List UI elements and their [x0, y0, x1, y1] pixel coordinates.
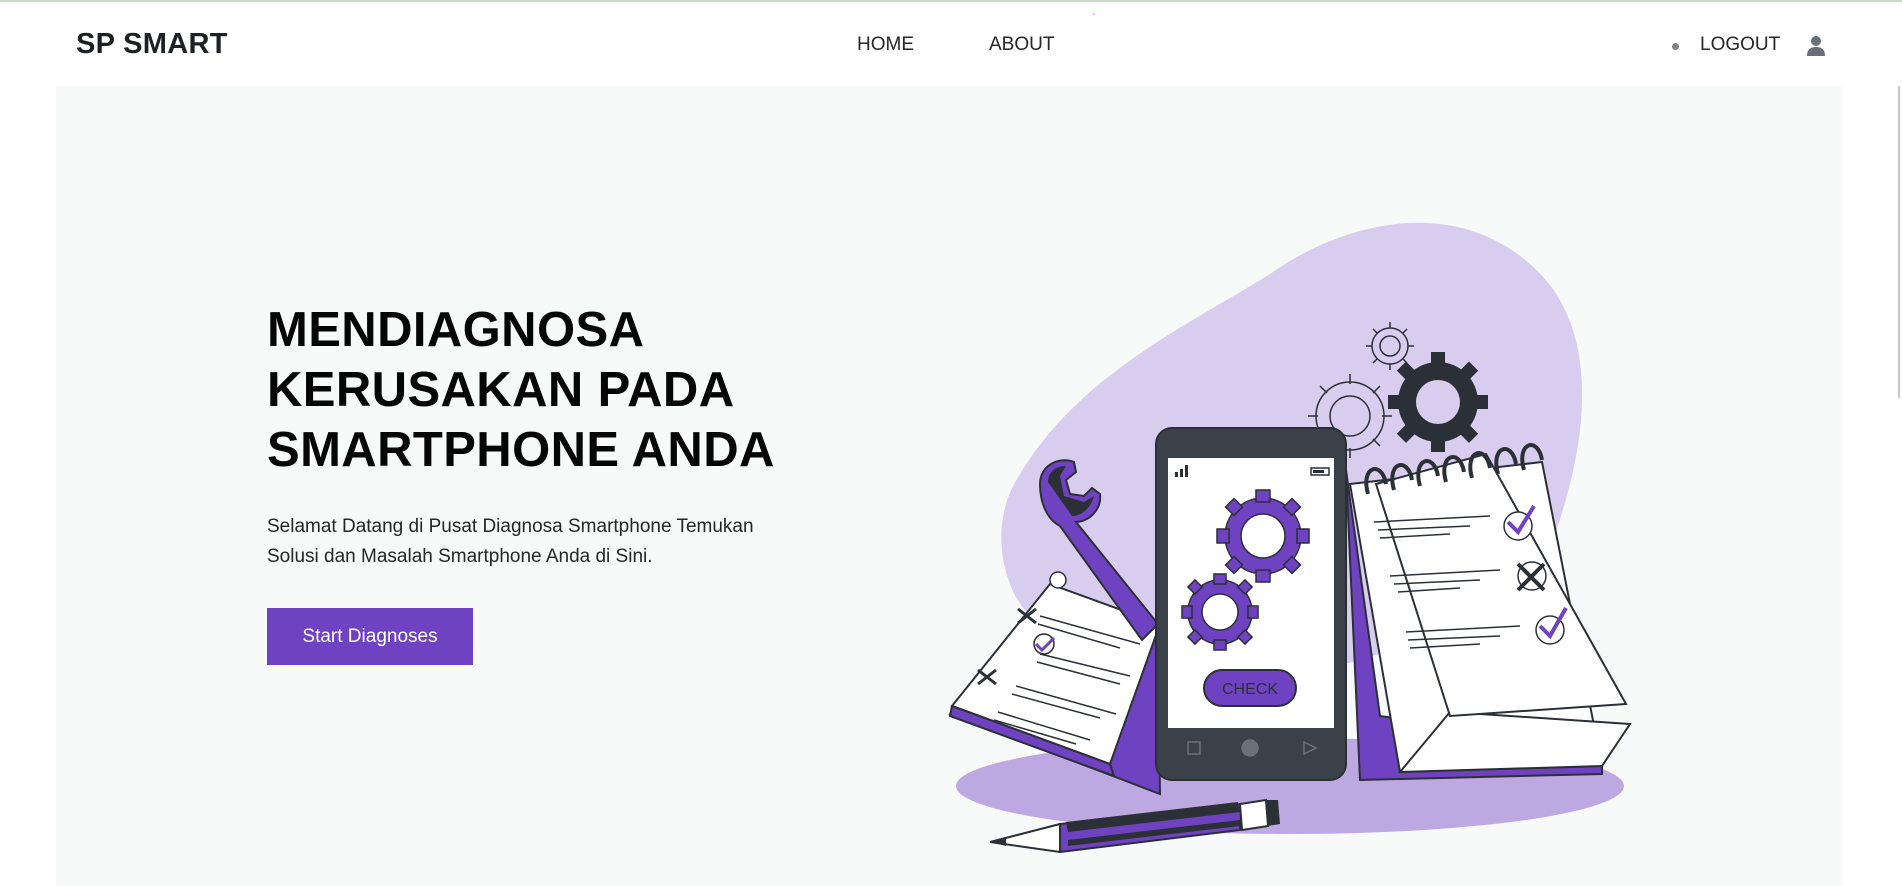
dot-icon	[1672, 43, 1679, 50]
navbar: SP SMART HOME ABOUT ` LOGOUT	[0, 2, 1902, 86]
phone-gear-large	[1216, 489, 1310, 583]
hero-title-line: SMARTPHONE ANDA	[267, 423, 775, 477]
nav-home-link[interactable]: HOME	[857, 34, 914, 56]
hero-subtitle: Selamat Datang di Pusat Diagnosa Smartph…	[267, 512, 807, 572]
nav-about-link[interactable]: ABOUT	[989, 34, 1054, 56]
hero-section: MENDIAGNOSA KERUSAKAN PADA SMARTPHONE AN…	[56, 86, 1842, 886]
phone-gear-small	[1181, 573, 1259, 651]
check-button[interactable]: CHECK	[1203, 669, 1297, 707]
scrollbar-edge[interactable]	[1898, 86, 1900, 398]
check-button-label: CHECK	[1222, 681, 1278, 698]
hero-title-line: MENDIAGNOSA	[267, 303, 645, 357]
phone: CHECK	[1155, 427, 1347, 781]
nav-logout-link[interactable]: LOGOUT	[1700, 34, 1780, 56]
user-icon[interactable]	[1806, 35, 1826, 57]
smartphone-repair-illustration: CHECK	[948, 222, 1632, 854]
hero-title: MENDIAGNOSA KERUSAKAN PADA SMARTPHONE AN…	[267, 300, 827, 480]
hero-subtitle-line: Solusi dan Masalah Smartphone Anda di Si…	[267, 546, 653, 567]
gear-dark	[1388, 352, 1488, 452]
brand-logo[interactable]: SP SMART	[76, 28, 228, 61]
start-diagnoses-button[interactable]: Start Diagnoses	[267, 608, 473, 665]
hero-title-line: KERUSAKAN PADA	[267, 363, 735, 417]
hero-subtitle-line: Selamat Datang di Pusat Diagnosa Smartph…	[267, 516, 754, 537]
stray-mark: `	[1092, 13, 1096, 24]
right-notepad	[1345, 443, 1632, 782]
